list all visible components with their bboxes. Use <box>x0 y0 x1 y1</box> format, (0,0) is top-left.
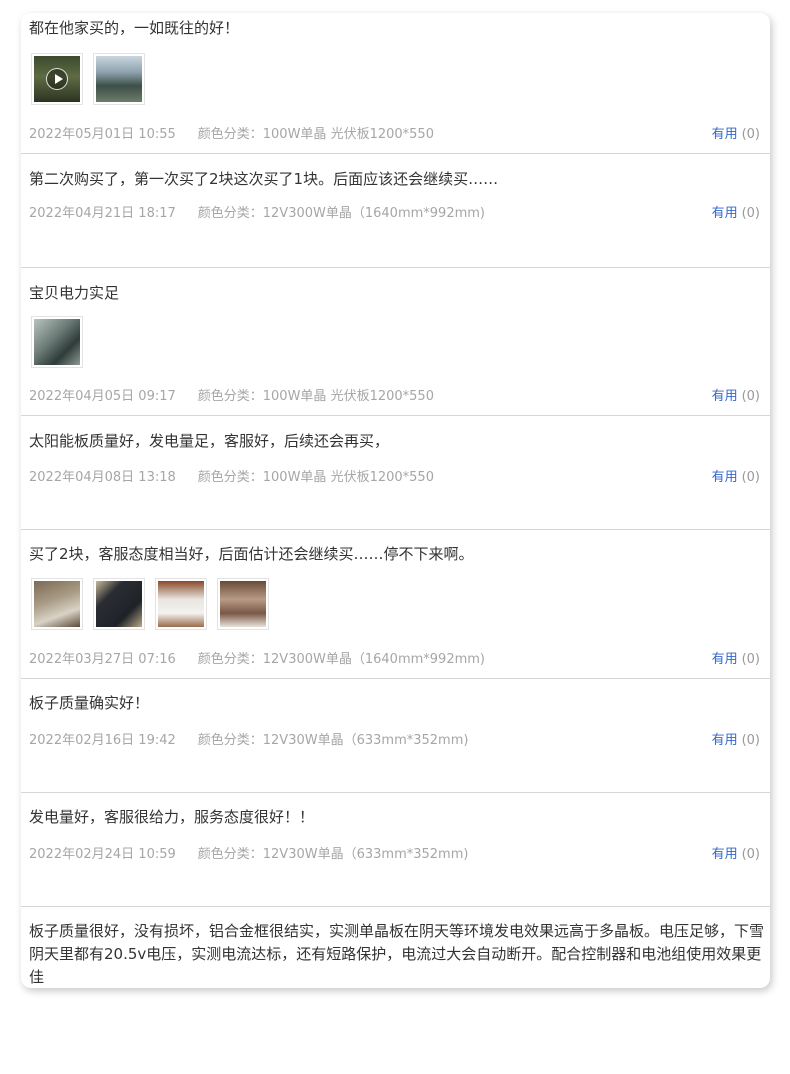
play-icon[interactable] <box>46 68 68 90</box>
review-item: 买了2块，客服态度相当好，后面估计还会继续买……停不下来啊。 2022年03月2… <box>21 530 770 679</box>
photo-thumbnail[interactable] <box>217 578 269 630</box>
useful-button[interactable]: 有用 (0) <box>712 123 760 142</box>
review-text: 宝贝电力实足 <box>29 284 120 302</box>
review-meta: 2022年04月08日 13:18 颜色分类：100W单晶 光伏板1200*550 <box>29 466 434 485</box>
photo-thumbnail[interactable] <box>31 316 83 368</box>
review-sku: 颜色分类：100W单晶 光伏板1200*550 <box>197 470 434 485</box>
review-item: 第二次购买了，第一次买了2块这次买了1块。后面应该还会继续买…… 2022年04… <box>21 154 770 268</box>
review-text: 都在他家买的，一如既往的好！ <box>29 19 240 37</box>
useful-count: (0) <box>741 847 760 862</box>
review-meta: 2022年02月16日 19:42 颜色分类：12V30W单晶（633mm*352… <box>29 729 468 748</box>
useful-label[interactable]: 有用 <box>712 733 738 748</box>
useful-button[interactable]: 有用 (0) <box>712 385 760 404</box>
photo-thumbnail[interactable] <box>93 578 145 630</box>
video-thumbnail[interactable] <box>31 53 83 105</box>
review-sku: 颜色分类：12V30W单晶（633mm*352mm) <box>197 733 469 748</box>
useful-button[interactable]: 有用 (0) <box>712 729 760 748</box>
photo-thumbnail[interactable] <box>93 53 145 105</box>
review-date: 2022年02月16日 19:42 <box>29 733 176 748</box>
useful-label[interactable]: 有用 <box>712 206 738 221</box>
useful-count: (0) <box>741 470 760 485</box>
review-sku: 颜色分类：12V300W单晶（1640mm*992mm) <box>197 206 485 221</box>
review-item: 板子质量很好，没有损坏，铝合金框很结实，实测单晶板在阴天等环境发电效果远高于多晶… <box>21 907 770 988</box>
review-text: 板子质量确实好！ <box>29 694 150 712</box>
review-date: 2022年04月08日 13:18 <box>29 470 176 485</box>
review-text: 买了2块，客服态度相当好，后面估计还会继续买……停不下来啊。 <box>29 545 474 563</box>
review-meta: 2022年04月21日 18:17 颜色分类：12V300W单晶（1640mm*9… <box>29 202 485 221</box>
review-sku: 颜色分类：12V300W单晶（1640mm*992mm) <box>197 652 485 667</box>
review-date: 2022年03月27日 07:16 <box>29 652 176 667</box>
review-sku: 颜色分类：100W单晶 光伏板1200*550 <box>197 389 434 404</box>
review-text: 发电量好，客服很给力，服务态度很好！！ <box>29 808 315 826</box>
review-date: 2022年04月05日 09:17 <box>29 389 176 404</box>
review-item: 太阳能板质量好，发电量足，客服好，后续还会再买， 2022年04月08日 13:… <box>21 416 770 530</box>
photo-thumbnail[interactable] <box>31 578 83 630</box>
review-list: 都在他家买的，一如既往的好！ 2022年05月01日 10:55 颜色分类：100… <box>21 13 770 988</box>
useful-label[interactable]: 有用 <box>712 652 738 667</box>
review-item: 都在他家买的，一如既往的好！ 2022年05月01日 10:55 颜色分类：100… <box>21 13 770 154</box>
useful-button[interactable]: 有用 (0) <box>712 202 760 221</box>
review-date: 2022年02月24日 10:59 <box>29 847 176 862</box>
useful-button[interactable]: 有用 (0) <box>712 648 760 667</box>
review-item: 宝贝电力实足 2022年04月05日 09:17 颜色分类：100W单晶 光伏板1… <box>21 268 770 416</box>
useful-count: (0) <box>741 127 760 142</box>
useful-count: (0) <box>741 652 760 667</box>
review-date: 2022年05月01日 10:55 <box>29 127 176 142</box>
review-item: 发电量好，客服很给力，服务态度很好！！ 2022年02月24日 10:59 颜色分… <box>21 793 770 907</box>
useful-button[interactable]: 有用 (0) <box>712 843 760 862</box>
review-meta: 2022年02月24日 10:59 颜色分类：12V30W单晶（633mm*352… <box>29 843 468 862</box>
review-images <box>31 53 145 105</box>
review-sku: 颜色分类：12V30W单晶（633mm*352mm) <box>197 847 469 862</box>
useful-count: (0) <box>741 206 760 221</box>
useful-label[interactable]: 有用 <box>712 470 738 485</box>
useful-label[interactable]: 有用 <box>712 847 738 862</box>
useful-button[interactable]: 有用 (0) <box>712 466 760 485</box>
review-sku: 颜色分类：100W单晶 光伏板1200*550 <box>197 127 434 142</box>
useful-label[interactable]: 有用 <box>712 389 738 404</box>
useful-count: (0) <box>741 733 760 748</box>
useful-count: (0) <box>741 389 760 404</box>
review-text: 太阳能板质量好，发电量足，客服好，后续还会再买， <box>29 432 390 450</box>
review-images <box>31 316 83 368</box>
review-date: 2022年04月21日 18:17 <box>29 206 176 221</box>
review-text: 板子质量很好，没有损坏，铝合金框很结实，实测单晶板在阴天等环境发电效果远高于多晶… <box>29 922 765 986</box>
review-meta: 2022年03月27日 07:16 颜色分类：12V300W单晶（1640mm*9… <box>29 648 485 667</box>
review-meta: 2022年04月05日 09:17 颜色分类：100W单晶 光伏板1200*550 <box>29 385 434 404</box>
photo-thumbnail[interactable] <box>155 578 207 630</box>
review-text: 第二次购买了，第一次买了2块这次买了1块。后面应该还会继续买…… <box>29 170 499 188</box>
review-meta: 2022年05月01日 10:55 颜色分类：100W单晶 光伏板1200*550 <box>29 123 434 142</box>
useful-label[interactable]: 有用 <box>712 127 738 142</box>
review-item: 板子质量确实好！ 2022年02月16日 19:42 颜色分类：12V30W单晶（… <box>21 679 770 793</box>
review-images <box>31 578 269 630</box>
